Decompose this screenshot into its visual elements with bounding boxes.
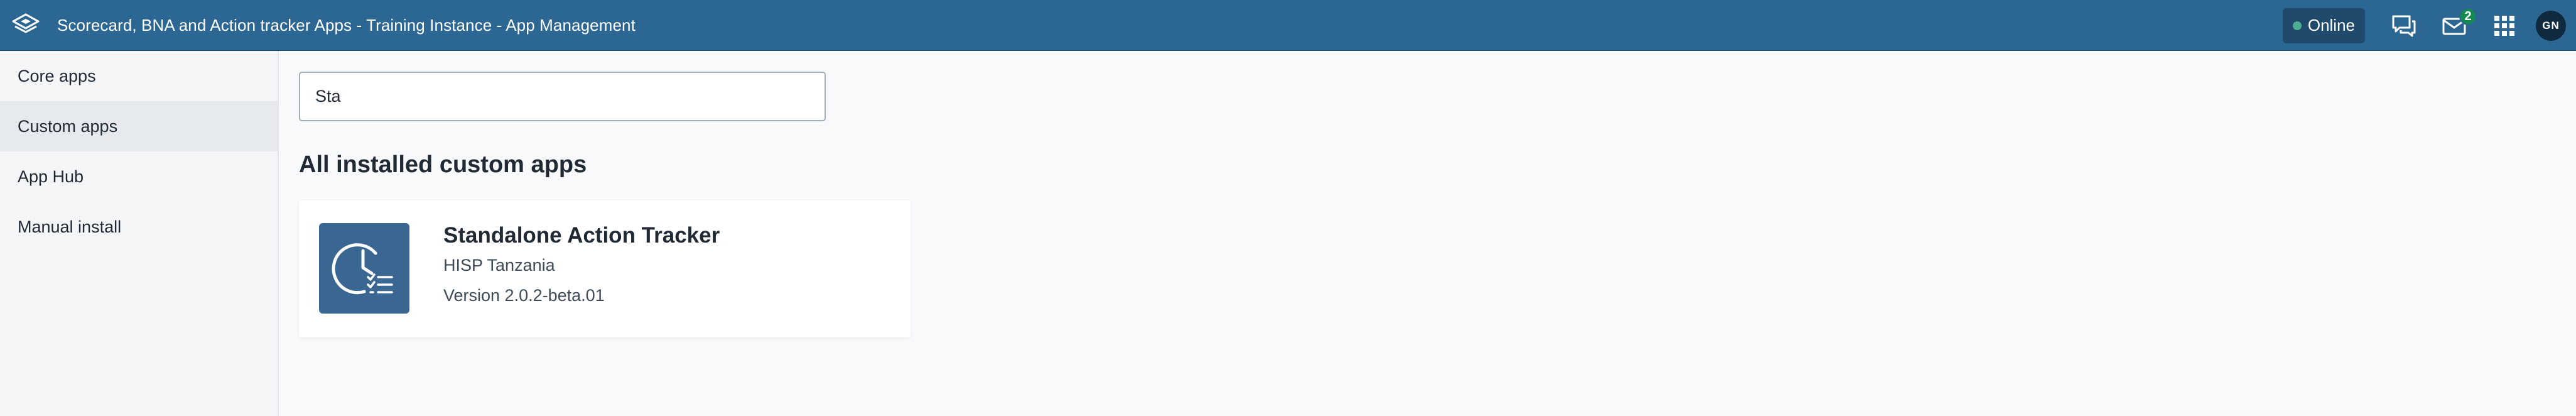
dhis2-logo-icon[interactable] [0,0,51,51]
sidebar-item-label: App Hub [18,167,84,186]
user-avatar[interactable]: GN [2536,10,2566,41]
app-card[interactable]: Standalone Action Tracker HISP Tanzania … [299,200,911,337]
app-name: Standalone Action Tracker [443,223,720,248]
message-count-badge: 2 [2459,8,2477,25]
sidebar-item-manual-install[interactable]: Manual install [0,202,278,252]
sidebar-item-app-hub[interactable]: App Hub [0,151,278,202]
app-search-input[interactable] [299,72,826,121]
app-version: Version 2.0.2-beta.01 [443,286,605,305]
header-bar: Scorecard, BNA and Action tracker Apps -… [0,0,2576,51]
apps-grid-icon[interactable] [2479,0,2530,51]
sidebar-item-custom-apps[interactable]: Custom apps [0,101,278,151]
sidebar-item-core-apps[interactable]: Core apps [0,51,278,101]
clock-checklist-icon [319,223,409,314]
sidebar: Core apps Custom apps App Hub Manual ins… [0,51,279,416]
interpretations-icon[interactable] [2379,0,2429,51]
messages-icon[interactable]: 2 [2429,0,2479,51]
sidebar-item-label: Core apps [18,66,96,85]
sidebar-item-label: Manual install [18,217,122,236]
app-developer: HISP Tanzania [443,256,555,275]
online-dot [2292,21,2302,30]
app-title: Scorecard, BNA and Action tracker Apps -… [57,15,636,35]
online-status-badge: Online [2282,8,2365,43]
main-content: All installed custom apps Standalone Act… [280,51,2576,416]
online-status-label: Online [2307,16,2355,35]
section-title: All installed custom apps [299,151,587,178]
sidebar-item-label: Custom apps [18,116,118,136]
